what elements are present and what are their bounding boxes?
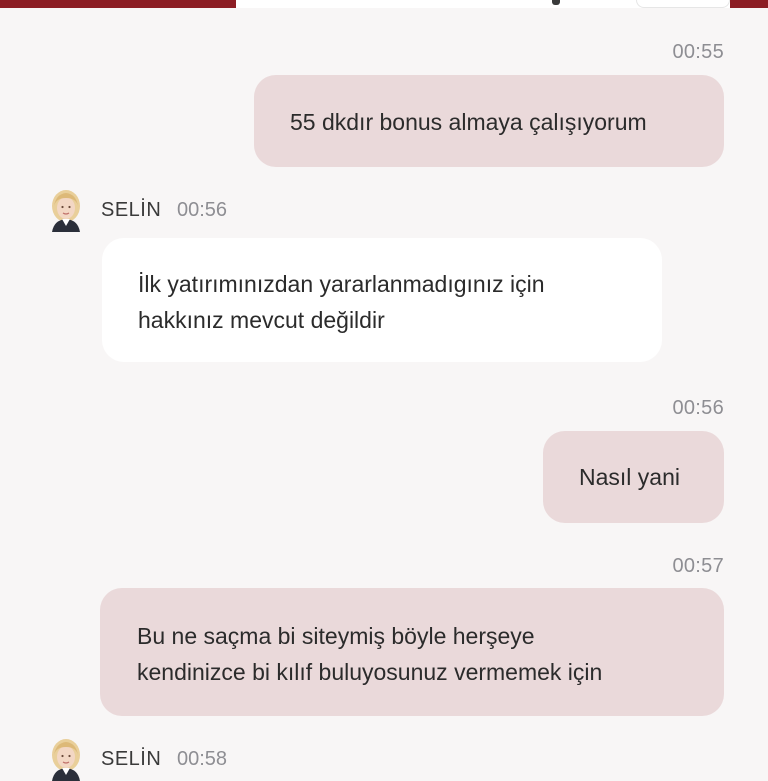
agent-avatar-icon (50, 737, 82, 781)
header-logo-fragment (552, 0, 560, 5)
message-text-line: hakkınız mevcut değildir (138, 307, 385, 333)
agent-message-bubble: İlk yatırımınızdan yararlanmadıgınız içi… (102, 238, 662, 362)
message-timestamp: 00:57 (672, 555, 724, 577)
message-text-line: kendinizce bi kılıf buluyosunuz vermemek… (137, 659, 603, 685)
message-text: Nasıl yani (579, 464, 680, 490)
message-timestamp: 00:55 (672, 41, 724, 63)
message-text-line: İlk yatırımınızdan yararlanmadıgınız içi… (138, 271, 545, 297)
agent-avatar-icon (50, 188, 82, 232)
header-action-button[interactable] (636, 0, 730, 8)
message-text: 55 dkdır bonus almaya çalışıyorum (290, 109, 647, 135)
user-message-bubble: Nasıl yani (543, 431, 724, 523)
agent-name: SELİN (101, 199, 162, 221)
message-timestamp: 00:56 (672, 397, 724, 419)
message-timestamp: 00:56 (177, 199, 228, 221)
app-header-bar (0, 0, 768, 8)
message-text-line: Bu ne saçma bi siteymiş böyle herşeye (137, 623, 535, 649)
user-message-bubble: 55 dkdır bonus almaya çalışıyorum (254, 75, 724, 167)
user-message-bubble: Bu ne saçma bi siteymiş böyle herşeye ke… (100, 588, 724, 716)
